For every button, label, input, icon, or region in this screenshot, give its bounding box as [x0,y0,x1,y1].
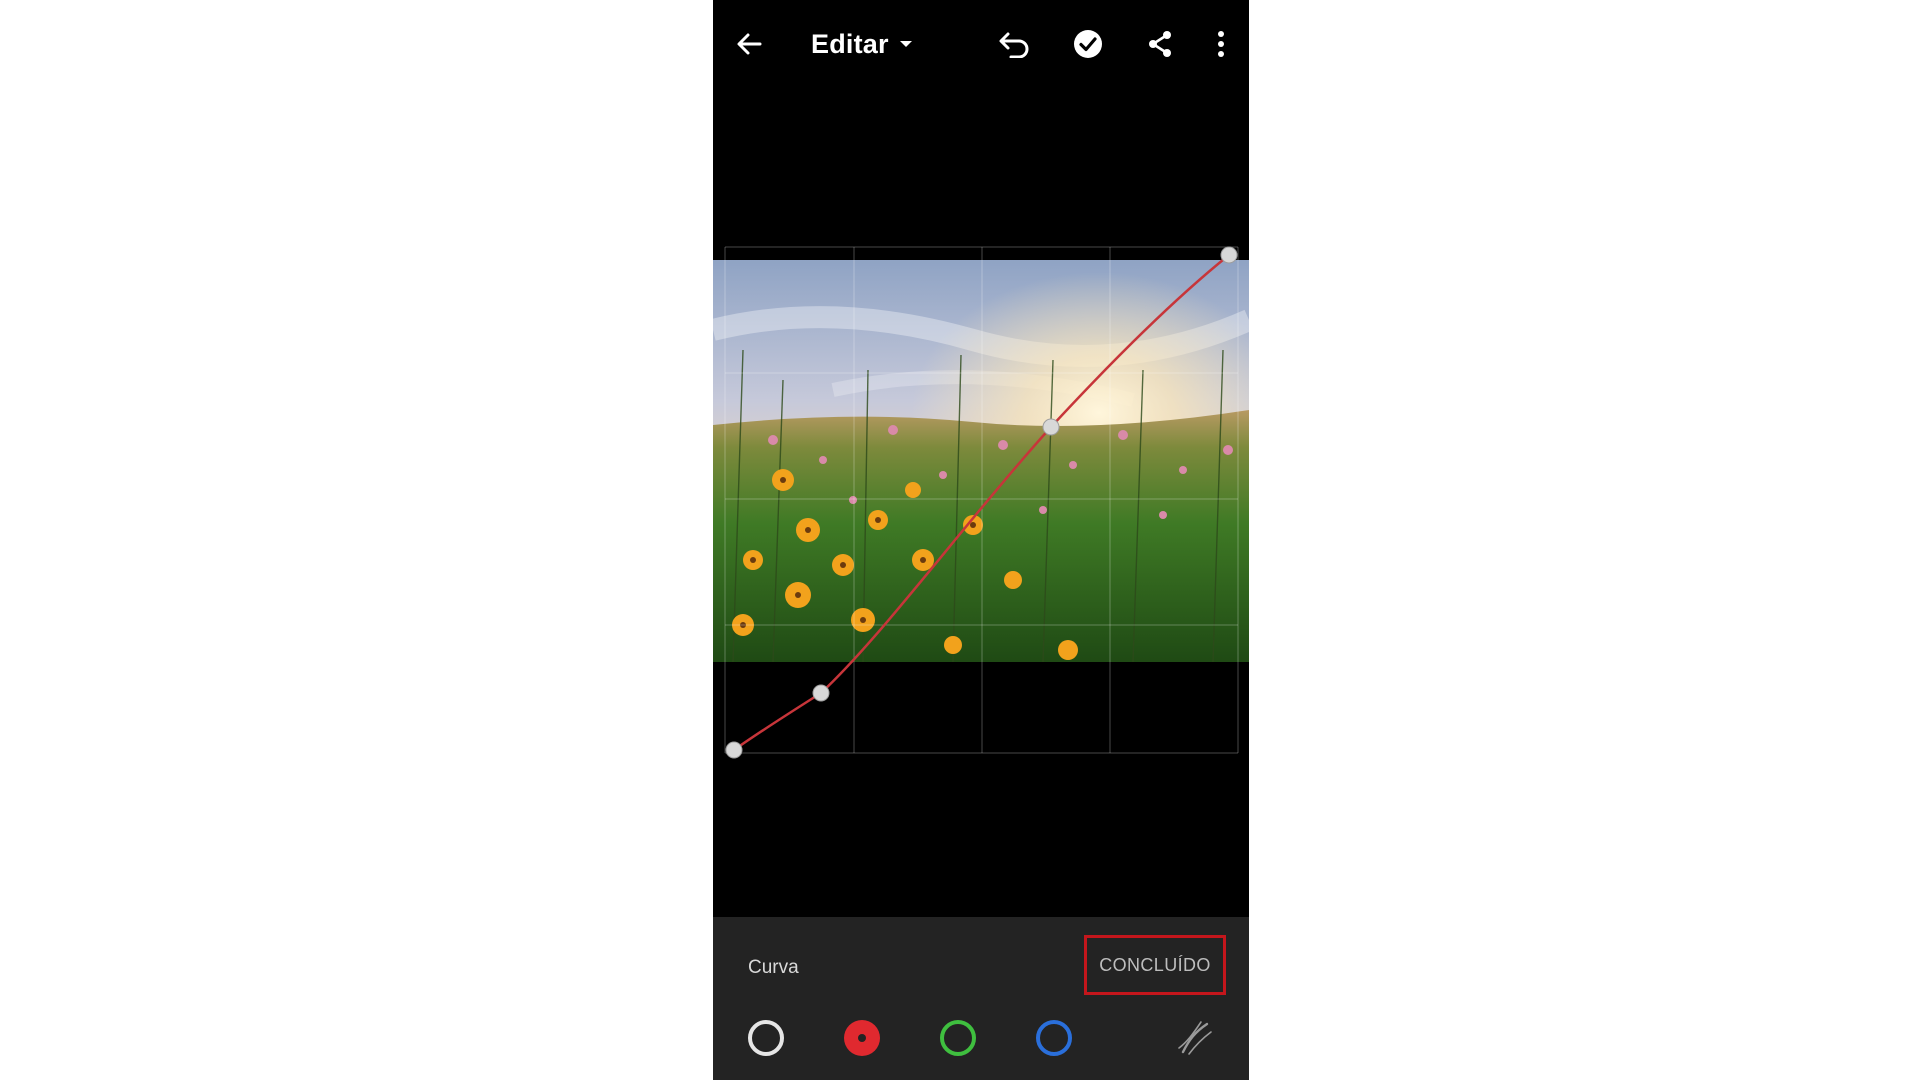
curve-point-shadows[interactable] [812,684,830,702]
panel-title: Curva [748,957,799,978]
curve-point-black[interactable] [725,741,743,759]
done-button[interactable]: CONCLUÍDO [1084,935,1226,995]
curve-tool-panel: Curva CONCLUÍDO [713,917,1249,1080]
dropdown-caret-icon [899,41,912,47]
channel-blue-button[interactable] [1036,1020,1072,1056]
top-bar: Editar [713,0,1249,90]
edit-mode-dropdown[interactable]: Editar [811,26,913,62]
channel-luminance-button[interactable] [748,1020,784,1056]
curve-grid [724,246,1239,754]
done-label: CONCLUÍDO [1099,954,1211,975]
channel-green-button[interactable] [940,1020,976,1056]
page-title: Editar [811,28,889,59]
more-vertical-icon[interactable] [1203,26,1239,62]
curve-point-highlights[interactable] [1042,418,1060,436]
checkmark-circle-icon[interactable] [1070,26,1106,62]
phone-screen: Editar Curva CONCLUÍDO [713,0,1249,1080]
curve-point-white[interactable] [1220,246,1238,264]
back-arrow-icon[interactable] [731,26,767,62]
tone-curve-editor[interactable] [713,245,1249,765]
share-icon[interactable] [1142,26,1178,62]
undo-icon[interactable] [996,26,1032,62]
photo-canvas[interactable] [713,245,1249,759]
channel-red-button[interactable] [844,1020,880,1056]
selected-indicator [858,1034,866,1042]
parametric-curve-icon[interactable] [1175,1018,1215,1058]
